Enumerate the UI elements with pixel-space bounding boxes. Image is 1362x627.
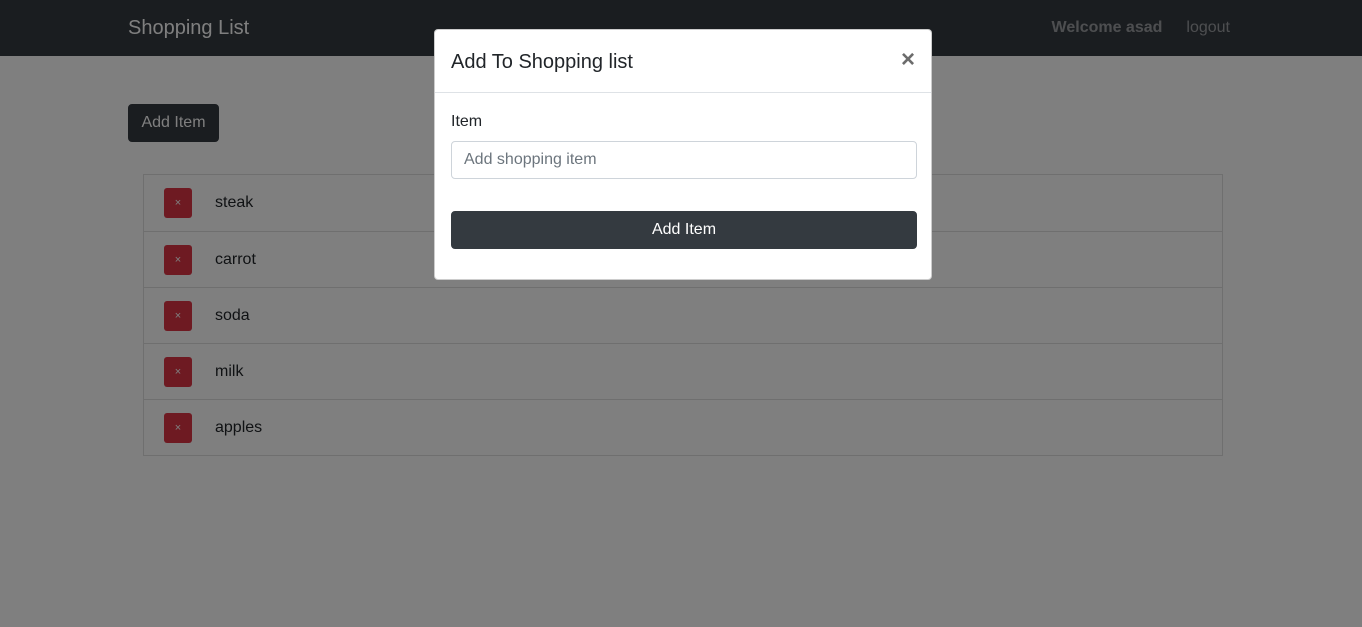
modal-close-button[interactable]: × <box>901 46 915 74</box>
item-input[interactable] <box>451 141 917 179</box>
modal-add-item-button[interactable]: Add Item <box>451 211 917 249</box>
modal-title: Add To Shopping list <box>451 51 633 73</box>
modal-header: Add To Shopping list × <box>435 30 931 93</box>
add-item-modal: Add To Shopping list × Item Add Item <box>434 29 932 280</box>
close-icon: × <box>900 46 915 73</box>
item-field-label: Item <box>451 113 483 130</box>
